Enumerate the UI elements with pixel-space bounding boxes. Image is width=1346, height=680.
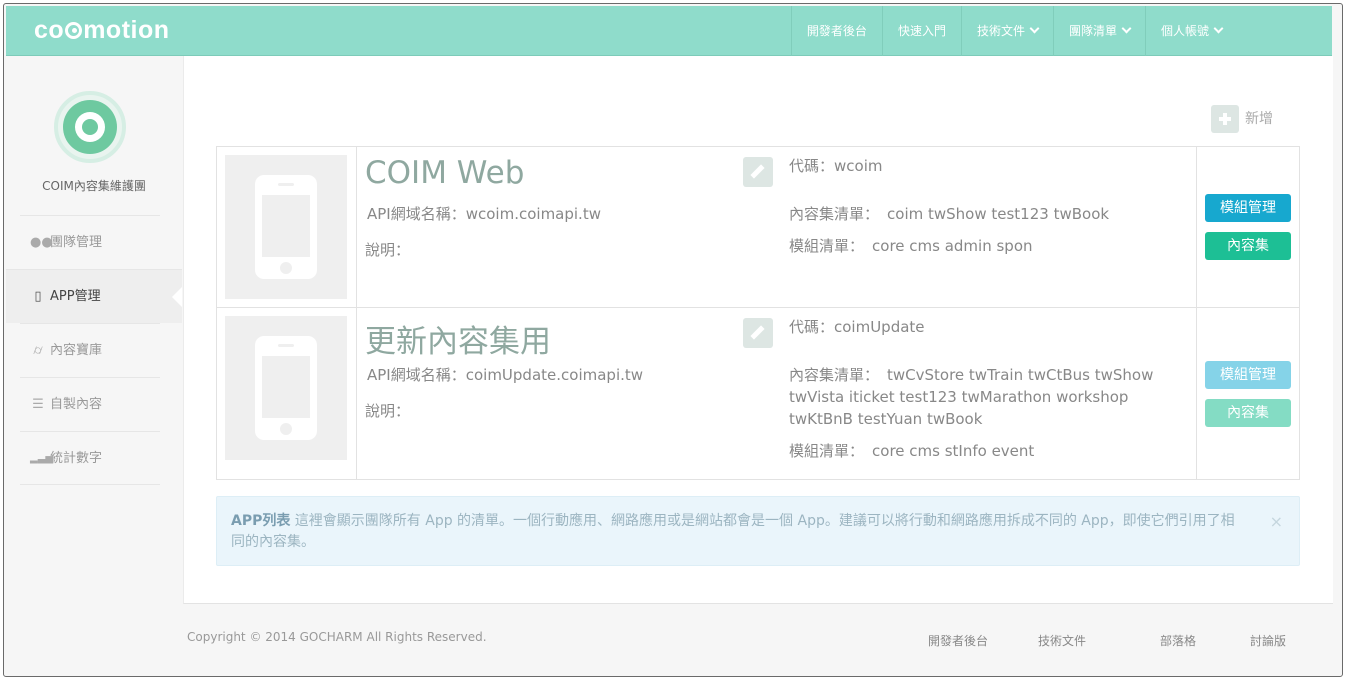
- inbox-icon: ⌭: [33, 343, 43, 358]
- app-row: COIM Web API網域名稱：wcoim.coimapi.tw 說明： 代碼…: [217, 147, 1299, 307]
- app-thumbnail[interactable]: [225, 316, 347, 460]
- sidebar: COIM內容集維護團 ●● 團隊管理 ▯ APP管理 ⌭ 內容寶庫 ☰ 自製內容…: [6, 57, 182, 617]
- app-domain: API網域名稱：coimUpdate.coimapi.tw: [367, 366, 644, 384]
- app-thumbnail-cell: [217, 147, 357, 307]
- app-actions: 模組管理 內容集: [1196, 308, 1299, 479]
- sidebar-item-app[interactable]: ▯ APP管理: [6, 269, 182, 323]
- chevron-down-icon: [1121, 23, 1132, 34]
- nav-team-list[interactable]: 團隊清單: [1052, 6, 1145, 56]
- edit-pencil-icon[interactable]: [743, 157, 773, 187]
- app-code: 代碼：coimUpdate: [789, 318, 925, 336]
- smartphone-icon: [255, 175, 317, 279]
- sidebar-item-statistics[interactable]: ▂▃▅ 統計數字: [20, 431, 160, 485]
- footer-link-developer-console[interactable]: 開發者後台: [928, 632, 988, 649]
- chevron-down-icon: [1213, 23, 1224, 34]
- info-notice: APP列表 這裡會顯示團隊所有 App 的清單。一個行動應用、網路應用或是網站都…: [216, 496, 1300, 566]
- app-modules: 模組清單： core cms admin spon: [789, 237, 1033, 255]
- notice-text: 這裡會顯示團隊所有 App 的清單。一個行動應用、網路應用或是網站都會是一個 A…: [231, 513, 1235, 550]
- footer-links: 開發者後台 技術文件 部落格 討論版: [0, 632, 1346, 650]
- app-info: COIM Web API網域名稱：wcoim.coimapi.tw 說明： 代碼…: [357, 147, 1196, 307]
- app-code: 代碼：wcoim: [789, 157, 883, 175]
- app-list: COIM Web API網域名稱：wcoim.coimapi.tw 說明： 代碼…: [216, 146, 1300, 480]
- notice-title: APP列表: [231, 513, 291, 529]
- mobile-icon: ▯: [34, 289, 42, 304]
- sidebar-item-custom-content[interactable]: ☰ 自製內容: [20, 377, 160, 431]
- edit-pencil-icon[interactable]: [743, 318, 773, 348]
- footer-link-forum[interactable]: 討論版: [1250, 632, 1286, 649]
- top-navbar: co motion 開發者後台 快速入門 技術文件 團隊清單 個人帳號: [6, 6, 1332, 56]
- module-manage-button[interactable]: 模組管理: [1205, 361, 1291, 389]
- app-title: 更新內容集用: [365, 324, 551, 360]
- contentset-button[interactable]: 內容集: [1205, 232, 1291, 260]
- main-panel: 新增 COIM Web API網域名稱：wcoim.coimapi.tw 說明：…: [183, 56, 1333, 604]
- plus-icon: [1211, 105, 1239, 133]
- coim-logo-icon: [63, 100, 117, 154]
- app-actions: 模組管理 內容集: [1196, 147, 1299, 307]
- team-name: COIM內容集維護團: [42, 179, 146, 193]
- module-manage-button[interactable]: 模組管理: [1205, 194, 1291, 222]
- nav-quick-start[interactable]: 快速入門: [881, 6, 961, 56]
- app-thumbnail-cell: [217, 308, 357, 479]
- app-modules: 模組清單： core cms stInfo event: [789, 442, 1035, 460]
- app-description: 說明：: [365, 402, 411, 420]
- nav-account[interactable]: 個人帳號: [1144, 6, 1332, 56]
- close-icon[interactable]: ×: [1270, 511, 1283, 532]
- database-icon: ☰: [32, 397, 44, 412]
- team-avatar: [54, 91, 126, 163]
- app-description: 說明：: [365, 241, 411, 259]
- app-domain: API網域名稱：wcoim.coimapi.tw: [367, 205, 601, 223]
- sidebar-item-content-vault[interactable]: ⌭ 內容寶庫: [20, 323, 160, 377]
- app-info: 更新內容集用 API網域名稱：coimUpdate.coimapi.tw 說明：…: [357, 308, 1196, 479]
- footer-link-tech-docs[interactable]: 技術文件: [1038, 632, 1086, 649]
- team-icon: ●●: [30, 235, 53, 250]
- app-thumbnail[interactable]: [225, 155, 347, 299]
- signal-icon: ▂▃▅: [30, 453, 54, 464]
- nav-developer-console[interactable]: 開發者後台: [790, 6, 882, 56]
- top-nav: 開發者後台 快速入門 技術文件 團隊清單 個人帳號: [790, 6, 1332, 56]
- add-app-button[interactable]: 新增: [1211, 104, 1273, 134]
- sidebar-item-team[interactable]: ●● 團隊管理: [20, 215, 160, 269]
- chevron-down-icon: [1029, 23, 1040, 34]
- logo[interactable]: co motion: [34, 16, 170, 45]
- smartphone-icon: [255, 336, 317, 440]
- sidebar-menu: ●● 團隊管理 ▯ APP管理 ⌭ 內容寶庫 ☰ 自製內容 ▂▃▅ 統計數字: [6, 215, 182, 485]
- footer-link-blog[interactable]: 部落格: [1160, 632, 1196, 649]
- app-contentsets: 內容集清單： twCvStore twTrain twCtBus twShow t…: [789, 366, 1154, 428]
- app-row: 更新內容集用 API網域名稱：coimUpdate.coimapi.tw 說明：…: [217, 307, 1299, 479]
- app-title: COIM Web: [365, 155, 525, 191]
- logo-ring-icon: [65, 22, 83, 39]
- contentset-button[interactable]: 內容集: [1205, 399, 1291, 427]
- app-contentsets: 內容集清單： coim twShow test123 twBook: [789, 205, 1110, 223]
- nav-tech-docs[interactable]: 技術文件: [960, 6, 1053, 56]
